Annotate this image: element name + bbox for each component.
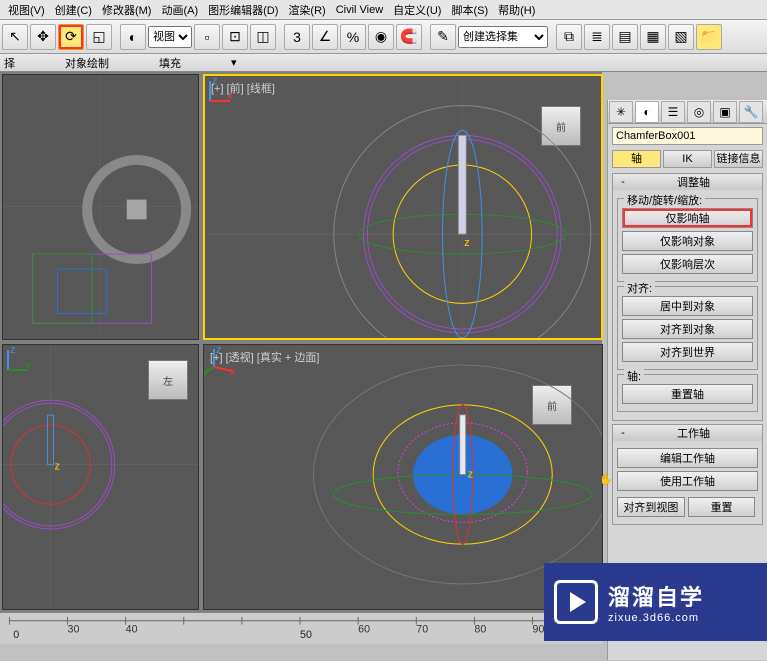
magnet-btn[interactable]: 🧲 — [396, 24, 422, 50]
menu-customize[interactable]: 自定义(U) — [393, 2, 441, 18]
svg-text:z: z — [10, 345, 16, 356]
align-btn[interactable]: ≣ — [584, 24, 610, 50]
menu-render[interactable]: 渲染(R) — [288, 2, 325, 18]
vp-persp-label: [+] [透视] [真实 + 边面] — [210, 349, 319, 365]
rb-fill[interactable]: 填充 — [159, 55, 181, 71]
rb-dropdown-icon[interactable]: ▾ — [231, 56, 237, 69]
logo-title: 溜溜自学 — [608, 580, 704, 612]
menu-modifiers[interactable]: 修改器(M) — [102, 2, 152, 18]
logo-url: zixue.3d66.com — [608, 612, 704, 624]
align-to-view-btn[interactable]: 对齐到视图 — [617, 497, 685, 517]
center-to-object-btn[interactable]: 居中到对象 — [622, 296, 753, 316]
watermark-logo: 溜溜自学 zixue.3d66.com — [544, 563, 767, 641]
rollout-adjust-pivot: - 调整轴 移动/旋转/缩放: 仅影响轴 仅影响对象 仅影响层次 对齐: 居中到… — [612, 173, 763, 421]
ribbon-bar: 择 对象绘制 填充 ▾ — [0, 54, 767, 72]
tab-display-icon[interactable]: ▣ — [713, 101, 737, 123]
align-to-world-btn[interactable]: 对齐到世界 — [622, 342, 753, 362]
affect-hierarchy-only-btn[interactable]: 仅影响层次 — [622, 254, 753, 274]
snap-toggle-btn[interactable]: ⊡ — [222, 24, 248, 50]
schematic-view-btn[interactable]: 📁 — [696, 24, 722, 50]
edit-working-pivot-btn[interactable]: 编辑工作轴 — [617, 448, 758, 468]
menu-bar: 视图(V) 创建(C) 修改器(M) 动画(A) 图形编辑器(D) 渲染(R) … — [0, 0, 767, 20]
spinner-snap-btn[interactable]: ◉ — [368, 24, 394, 50]
use-pivot-btn[interactable]: ▫ — [194, 24, 220, 50]
reset-pivot-btn[interactable]: 重置轴 — [622, 384, 753, 404]
move-btn[interactable]: ✥ — [30, 24, 56, 50]
subtab-ik[interactable]: IK — [663, 150, 712, 168]
selection-filter-btn[interactable]: ◫ — [250, 24, 276, 50]
tab-motion-icon[interactable]: ◎ — [687, 101, 711, 123]
play-icon — [554, 580, 598, 624]
tab-hierarchy-icon[interactable]: ☰ — [661, 101, 685, 123]
viewport-left[interactable]: 左 z z y — [2, 344, 199, 610]
svg-text:90: 90 — [533, 623, 545, 635]
menu-view[interactable]: 视图(V) — [8, 2, 45, 18]
tab-utilities-icon[interactable]: 🔧 — [739, 101, 763, 123]
affect-object-only-btn[interactable]: 仅影响对象 — [622, 231, 753, 251]
hand-cursor-icon: ✋ — [599, 473, 613, 486]
menu-help[interactable]: 帮助(H) — [498, 2, 535, 18]
object-name-input[interactable] — [612, 127, 763, 145]
rollout-working-pivot-header[interactable]: - 工作轴 — [613, 425, 762, 441]
svg-text:50: 50 — [300, 629, 312, 641]
menu-animation[interactable]: 动画(A) — [161, 2, 198, 18]
menu-civil-view[interactable]: Civil View — [336, 4, 383, 16]
rollout-working-pivot: - 工作轴 编辑工作轴 ✋ 使用工作轴 对齐到视图 重置 — [612, 424, 763, 525]
percent-snap-btn[interactable]: % — [340, 24, 366, 50]
mirror-btn[interactable]: ⧉ — [556, 24, 582, 50]
timeline-ruler[interactable]: 0 50 100 3040 6070 8090 — [0, 612, 602, 644]
toggle-ribbon-btn[interactable]: ▦ — [640, 24, 666, 50]
angle-snap-btn[interactable]: ∠ — [312, 24, 338, 50]
group-align: 对齐: — [624, 280, 655, 296]
snap-3d-btn[interactable]: 3 — [284, 24, 310, 50]
ref-coord-btn[interactable]: ◐ — [120, 24, 146, 50]
group-move-rotate-scale: 移动/旋转/缩放: — [624, 192, 705, 208]
svg-text:70: 70 — [416, 623, 428, 635]
affect-pivot-only-btn[interactable]: 仅影响轴 — [622, 208, 753, 228]
hierarchy-subtabs: 轴 IK 链接信息 — [608, 148, 767, 170]
subtab-link-info[interactable]: 链接信息 — [714, 150, 763, 168]
command-panel-tabs: ✳ ◐ ☰ ◎ ▣ 🔧 — [608, 100, 767, 124]
svg-text:40: 40 — [126, 623, 138, 635]
axis-gizmo-persp: z x y — [204, 345, 602, 609]
menu-graph-editors[interactable]: 图形编辑器(D) — [208, 2, 278, 18]
select-object-btn[interactable]: ↖ — [2, 24, 28, 50]
align-to-object-btn[interactable]: 对齐到对象 — [622, 319, 753, 339]
svg-text:0: 0 — [13, 629, 19, 641]
menu-script[interactable]: 脚本(S) — [451, 2, 488, 18]
group-axis: 轴: — [624, 368, 644, 384]
rotate-btn[interactable]: ⟳ — [58, 24, 84, 50]
curve-editor-btn[interactable]: ▧ — [668, 24, 694, 50]
svg-text:30: 30 — [68, 623, 80, 635]
vp-front-label: [+] [前] [线框] — [211, 80, 275, 96]
selection-set-select[interactable]: 创建选择集 — [458, 26, 548, 48]
scale-btn[interactable]: ◱ — [86, 24, 112, 50]
viewport-perspective[interactable]: [+] [透视] [真实 + 边面] 前 z z x y — [203, 344, 603, 610]
layer-btn[interactable]: ▤ — [612, 24, 638, 50]
svg-text:80: 80 — [474, 623, 486, 635]
menu-create[interactable]: 创建(C) — [55, 2, 92, 18]
edit-named-sel-btn[interactable]: ✎ — [430, 24, 456, 50]
use-working-pivot-btn[interactable]: 使用工作轴 — [617, 471, 758, 491]
svg-text:x: x — [230, 366, 236, 378]
view-select[interactable]: 视图 — [148, 26, 192, 48]
svg-text:y: y — [204, 366, 208, 378]
axis-gizmo-front: z x — [205, 76, 601, 338]
viewport-grid: [+] [前] [线框] 前 z z x 左 z z — [0, 72, 602, 612]
viewport-front[interactable]: [+] [前] [线框] 前 z z x — [203, 74, 603, 340]
tab-modify-icon[interactable]: ◐ — [635, 101, 659, 123]
rb-select[interactable]: 择 — [4, 55, 15, 71]
tab-create-icon[interactable]: ✳ — [609, 101, 633, 123]
rollout-adjust-pivot-header[interactable]: - 调整轴 — [613, 174, 762, 190]
svg-text:y: y — [25, 359, 31, 371]
svg-text:60: 60 — [358, 623, 370, 635]
reset-btn[interactable]: 重置 — [688, 497, 756, 517]
viewport-top[interactable] — [2, 74, 199, 340]
main-toolbar: ↖ ✥ ⟳ ◱ ◐ 视图 ▫ ⊡ ◫ 3 ∠ % ◉ 🧲 ✎ 创建选择集 ⧉ ≣… — [0, 20, 767, 54]
subtab-pivot[interactable]: 轴 — [612, 150, 661, 168]
axis-gizmo-left: z y — [3, 345, 198, 609]
rb-object-paint[interactable]: 对象绘制 — [65, 55, 109, 71]
